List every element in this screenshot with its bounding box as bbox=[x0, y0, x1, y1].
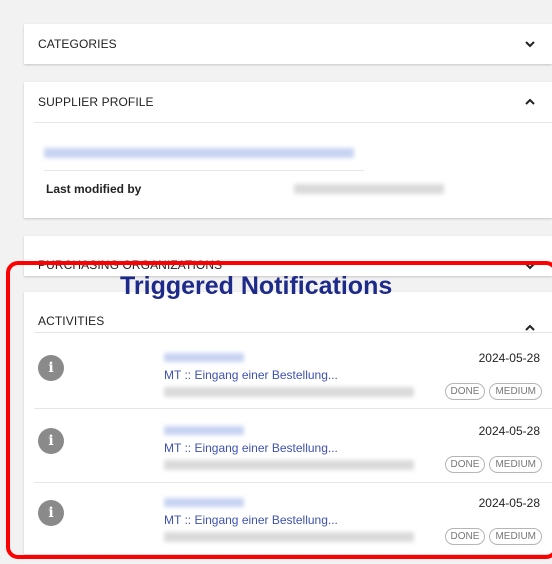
activity-item[interactable]: i 2024-05-28 MT :: Eingang einer Bestell… bbox=[24, 482, 552, 552]
categories-title: CATEGORIES bbox=[38, 37, 117, 51]
activity-item[interactable]: i 2024-05-28 MT :: Eingang einer Bestell… bbox=[24, 410, 552, 480]
activity-tags: DONE MEDIUM bbox=[444, 383, 542, 400]
activity-subject[interactable]: MT :: Eingang einer Bestellung... bbox=[164, 368, 338, 382]
activities-card: ACTIVITIES i 2024-05-28 MT :: Eingang ei… bbox=[24, 292, 552, 554]
supplier-profile-header[interactable]: SUPPLIER PROFILE bbox=[24, 82, 552, 122]
activity-tags: DONE MEDIUM bbox=[444, 528, 542, 545]
supplier-link-redacted[interactable] bbox=[44, 148, 354, 158]
categories-card: CATEGORIES bbox=[24, 24, 552, 64]
activities-title: ACTIVITIES bbox=[38, 314, 105, 328]
divider bbox=[34, 408, 552, 409]
status-badge: DONE bbox=[444, 383, 486, 400]
activity-description-redacted bbox=[164, 460, 414, 470]
categories-header[interactable]: CATEGORIES bbox=[24, 24, 552, 64]
purchasing-organizations-title: PURCHASING ORGANIZATIONS bbox=[38, 258, 223, 272]
divider bbox=[34, 122, 552, 123]
activity-description-redacted bbox=[164, 387, 414, 397]
priority-badge: MEDIUM bbox=[489, 528, 542, 545]
last-modified-label: Last modified by bbox=[46, 182, 142, 196]
priority-badge: MEDIUM bbox=[489, 383, 542, 400]
activity-subject[interactable]: MT :: Eingang einer Bestellung... bbox=[164, 513, 338, 527]
info-icon: i bbox=[38, 500, 64, 526]
activity-date: 2024-05-28 bbox=[478, 351, 540, 365]
status-badge: DONE bbox=[444, 456, 486, 473]
supplier-profile-card: SUPPLIER PROFILE Last modified by bbox=[24, 82, 552, 218]
info-icon: i bbox=[38, 355, 64, 381]
priority-badge: MEDIUM bbox=[489, 456, 542, 473]
activity-user-redacted[interactable] bbox=[164, 498, 244, 507]
chevron-down-icon[interactable] bbox=[524, 260, 536, 272]
divider bbox=[34, 332, 552, 333]
annotation-label: Triggered Notifications bbox=[120, 272, 393, 300]
status-badge: DONE bbox=[444, 528, 486, 545]
purchasing-organizations-card: PURCHASING ORGANIZATIONS bbox=[24, 236, 552, 276]
activity-date: 2024-05-28 bbox=[478, 424, 540, 438]
activity-item[interactable]: i 2024-05-28 MT :: Eingang einer Bestell… bbox=[24, 337, 552, 407]
divider bbox=[44, 170, 364, 171]
activity-user-redacted[interactable] bbox=[164, 353, 244, 362]
last-modified-value-redacted bbox=[294, 184, 444, 194]
activity-description-redacted bbox=[164, 532, 414, 542]
supplier-profile-title: SUPPLIER PROFILE bbox=[38, 95, 154, 109]
activity-user-redacted[interactable] bbox=[164, 426, 244, 435]
activity-date: 2024-05-28 bbox=[478, 496, 540, 510]
info-icon: i bbox=[38, 428, 64, 454]
chevron-down-icon[interactable] bbox=[524, 38, 536, 50]
purchasing-organizations-header[interactable]: PURCHASING ORGANIZATIONS bbox=[24, 236, 552, 276]
activity-tags: DONE MEDIUM bbox=[444, 456, 542, 473]
activity-subject[interactable]: MT :: Eingang einer Bestellung... bbox=[164, 441, 338, 455]
chevron-up-icon[interactable] bbox=[524, 96, 536, 108]
